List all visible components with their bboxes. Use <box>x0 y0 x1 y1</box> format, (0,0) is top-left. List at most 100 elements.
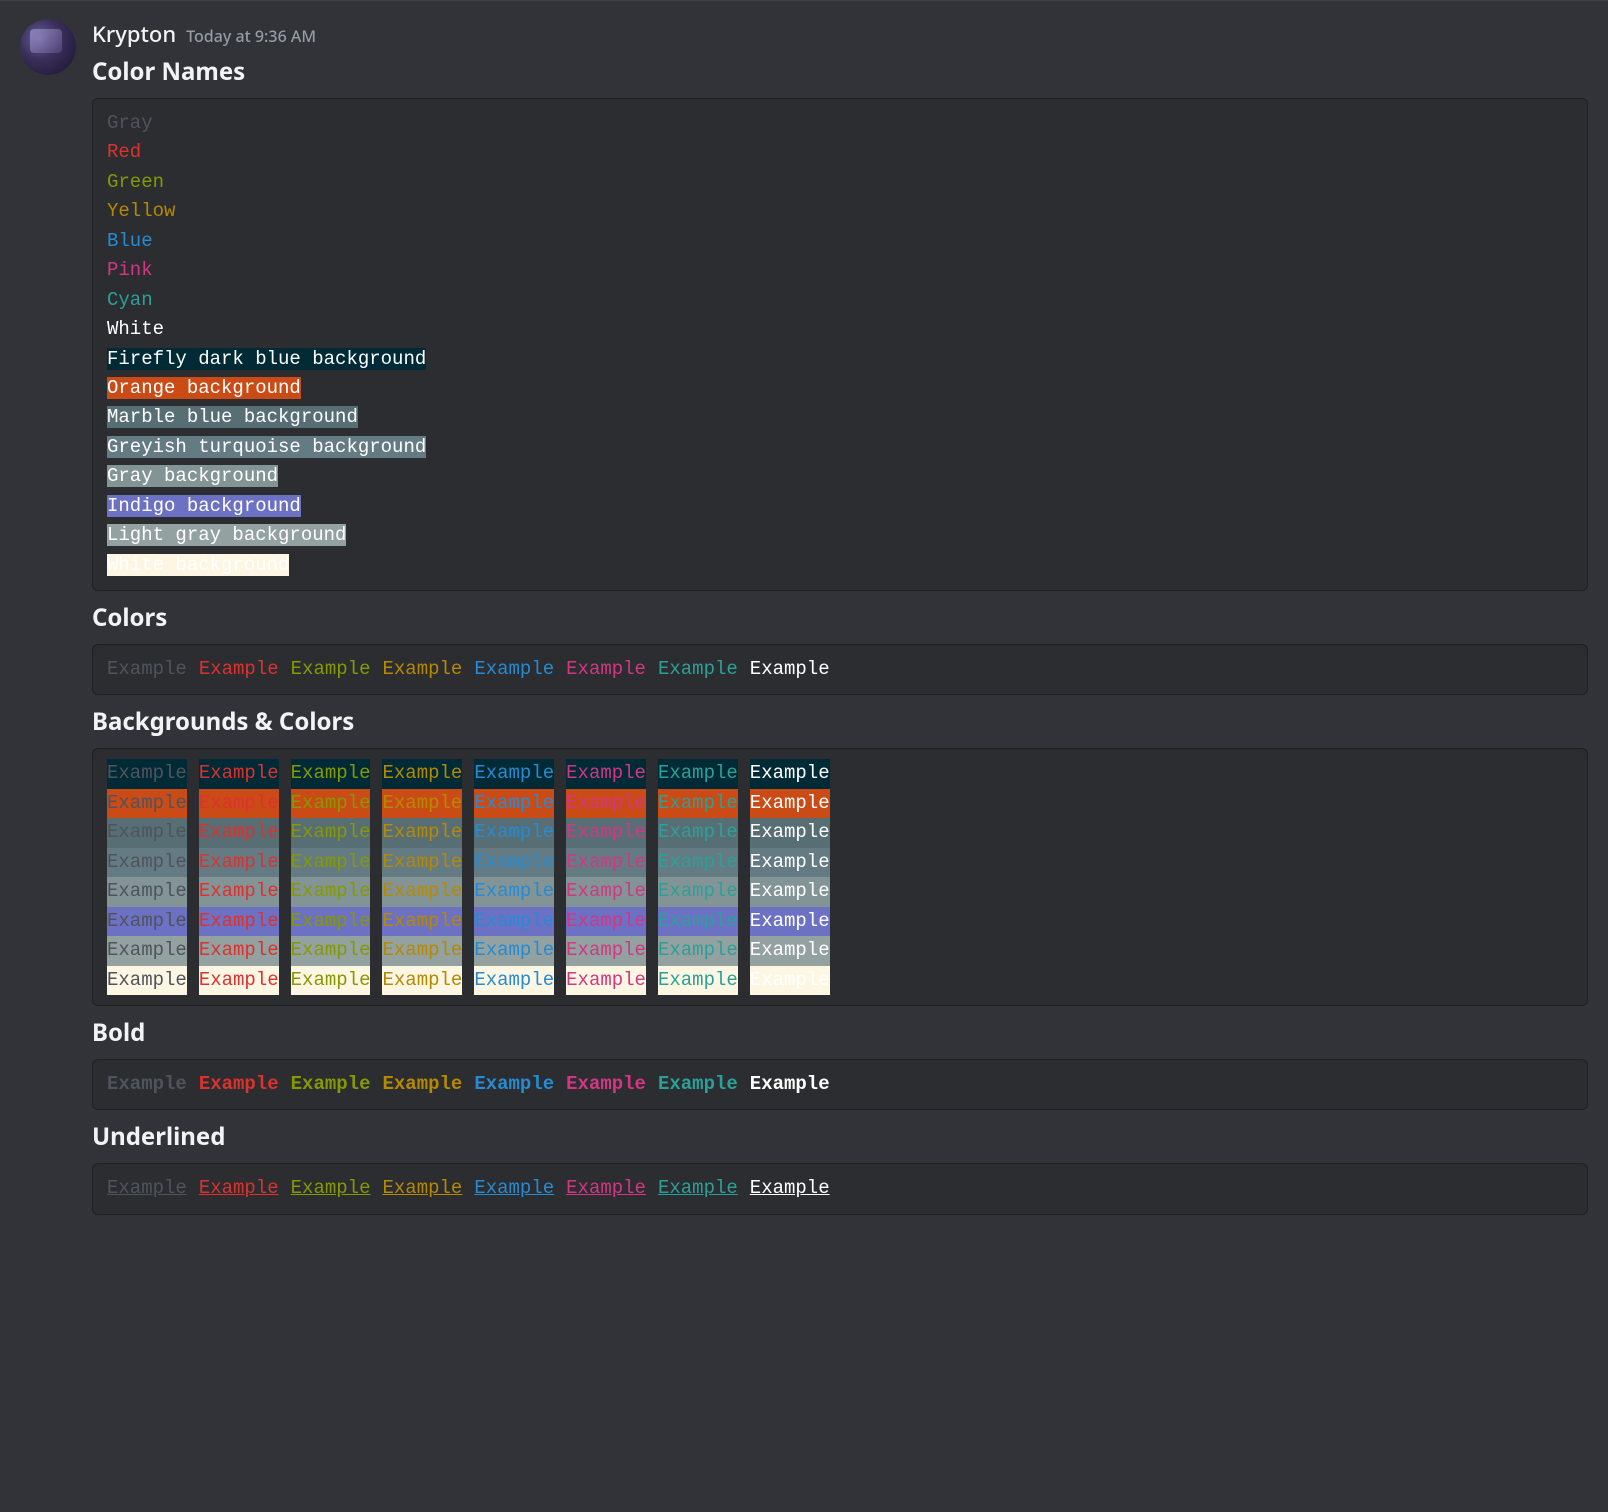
example-cell: Example <box>750 966 830 995</box>
example-row: Example Example Example Example Example Examp… <box>107 877 1573 906</box>
example-cell: Example <box>107 818 187 847</box>
example-cell: Example <box>291 936 371 965</box>
color-name-line: White <box>107 315 1573 344</box>
example-cell: Example <box>107 907 187 936</box>
color-name-line: Marble blue background <box>107 403 1573 432</box>
example-row: Example Example Example Example Example Examp… <box>107 936 1573 965</box>
codeblock-bold: Example Example Example Example Example Examp… <box>92 1059 1588 1110</box>
example-cell: Example <box>750 877 830 906</box>
example-cell: Example <box>658 1070 738 1099</box>
example-cell: Example <box>474 655 554 684</box>
codeblock-underlined: ExampleExampleExampleExampleExampleExamp… <box>92 1163 1588 1214</box>
example-cell: Example <box>107 789 187 818</box>
example-cell: Example <box>474 877 554 906</box>
example-cell: Example <box>566 966 646 995</box>
example-cell: Example <box>750 848 830 877</box>
example-row: ExampleExampleExampleExampleExampleExamp… <box>107 655 1573 684</box>
example-cell: Example <box>382 789 462 818</box>
color-name-line: Red <box>107 138 1573 167</box>
example-cell: Example <box>382 1174 462 1203</box>
example-cell: Example <box>566 877 646 906</box>
example-cell: Example <box>199 907 279 936</box>
example-cell: Example <box>291 1174 371 1203</box>
example-cell: Example <box>566 907 646 936</box>
example-cell: Example <box>107 655 187 684</box>
color-sample: Greyish turquoise background <box>107 436 426 458</box>
example-row: Example Example Example Example Example Examp… <box>107 848 1573 877</box>
color-name-line: Light gray background <box>107 521 1573 550</box>
username[interactable]: Krypton <box>92 19 176 49</box>
timestamp: Today at 9:36 AM <box>186 25 316 47</box>
color-sample: Firefly dark blue background <box>107 348 426 370</box>
example-cell: Example <box>474 759 554 788</box>
color-name-line: White background <box>107 551 1573 580</box>
example-row: ExampleExampleExampleExampleExampleExamp… <box>107 759 1573 788</box>
example-cell: Example <box>474 789 554 818</box>
example-cell: Example <box>750 936 830 965</box>
example-cell: Example <box>382 907 462 936</box>
example-cell: Example <box>199 1174 279 1203</box>
example-cell: Example <box>107 936 187 965</box>
color-sample: Green <box>107 171 164 193</box>
example-cell: Example <box>474 966 554 995</box>
example-cell: Example <box>658 936 738 965</box>
example-cell: Example <box>474 936 554 965</box>
example-row: Example Example Example Example Example Examp… <box>107 1070 1573 1099</box>
example-cell: Example <box>750 1070 830 1099</box>
example-row: Example Example Example Example Example Examp… <box>107 966 1573 995</box>
example-cell: Example <box>658 818 738 847</box>
example-cell: Example <box>382 818 462 847</box>
example-cell: Example <box>566 1174 646 1203</box>
avatar[interactable] <box>20 19 76 75</box>
example-cell: Example <box>291 966 371 995</box>
example-cell: Example <box>750 907 830 936</box>
color-sample: Red <box>107 141 141 163</box>
example-cell: Example <box>750 1174 830 1203</box>
example-row: ExampleExampleExampleExampleExampleExamp… <box>107 818 1573 847</box>
example-cell: Example <box>382 966 462 995</box>
color-name-line: Gray background <box>107 462 1573 491</box>
example-cell: Example <box>566 936 646 965</box>
example-cell: Example <box>291 877 371 906</box>
heading-bold: Bold <box>92 1016 1588 1049</box>
codeblock-color-names: GrayRedGreenYellowBluePinkCyanWhiteFiref… <box>92 98 1588 591</box>
example-cell: Example <box>199 966 279 995</box>
color-name-line: Gray <box>107 109 1573 138</box>
color-sample: White <box>107 318 164 340</box>
color-name-line: Pink <box>107 256 1573 285</box>
example-cell: Example <box>566 1070 646 1099</box>
color-name-line: Cyan <box>107 286 1573 315</box>
example-cell: Example <box>382 1070 462 1099</box>
example-cell: Example <box>474 848 554 877</box>
heading-color-names: Color Names <box>92 55 1588 88</box>
color-name-line: Greyish turquoise background <box>107 433 1573 462</box>
example-cell: Example <box>566 848 646 877</box>
example-row: Example Example Example Example Example Examp… <box>107 789 1573 818</box>
example-cell: Example <box>199 848 279 877</box>
example-cell: Example <box>658 848 738 877</box>
example-cell: Example <box>382 877 462 906</box>
color-name-line: Green <box>107 168 1573 197</box>
example-cell: Example <box>750 789 830 818</box>
example-cell: Example <box>107 1070 187 1099</box>
example-row: ExampleExampleExampleExampleExampleExamp… <box>107 1174 1573 1203</box>
example-cell: Example <box>474 907 554 936</box>
example-cell: Example <box>658 877 738 906</box>
message-content: Krypton Today at 9:36 AM Color Names Gra… <box>92 19 1588 1219</box>
example-cell: Example <box>291 789 371 818</box>
example-cell: Example <box>566 789 646 818</box>
example-cell: Example <box>199 1070 279 1099</box>
chat-message: Krypton Today at 9:36 AM Color Names Gra… <box>20 11 1588 1219</box>
example-cell: Example <box>199 936 279 965</box>
heading-colors: Colors <box>92 601 1588 634</box>
example-cell: Example <box>199 655 279 684</box>
color-sample: Blue <box>107 230 153 252</box>
color-sample: Gray background <box>107 465 278 487</box>
example-cell: Example <box>199 818 279 847</box>
example-cell: Example <box>291 818 371 847</box>
color-name-line: Firefly dark blue background <box>107 345 1573 374</box>
color-sample: Gray <box>107 112 153 134</box>
example-cell: Example <box>107 966 187 995</box>
example-cell: Example <box>382 655 462 684</box>
example-cell: Example <box>382 848 462 877</box>
